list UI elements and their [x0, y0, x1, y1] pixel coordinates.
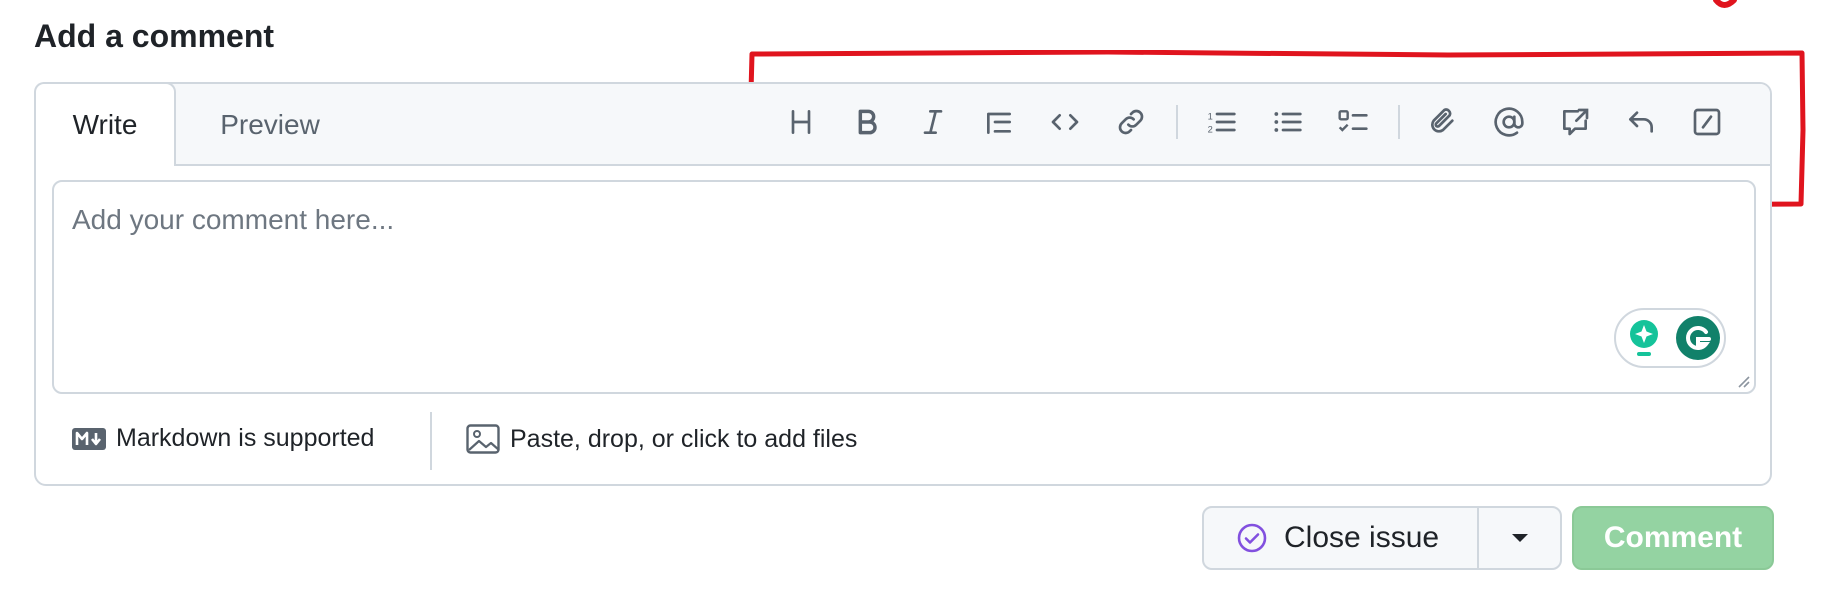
markdown-icon [72, 427, 106, 450]
tab-write[interactable]: Write [34, 82, 176, 166]
tab-preview[interactable]: Preview [210, 84, 330, 166]
toolbar-divider [1176, 105, 1178, 139]
close-issue-button[interactable]: Close issue [1204, 508, 1477, 568]
link-icon[interactable] [1108, 99, 1154, 145]
close-issue-label: Close issue [1284, 521, 1440, 554]
numbered-list-icon[interactable]: 12 [1198, 99, 1244, 145]
quote-icon[interactable] [976, 99, 1022, 145]
comment-button[interactable]: Comment [1572, 506, 1774, 570]
issue-closed-icon [1237, 523, 1267, 553]
reply-icon[interactable] [1618, 99, 1664, 145]
svg-text:1: 1 [1208, 111, 1213, 121]
code-icon[interactable] [1042, 99, 1088, 145]
markdown-hint[interactable]: Markdown is supported [72, 424, 374, 453]
comment-textarea[interactable]: Add your comment here... [52, 180, 1756, 394]
grammarly-icon[interactable] [1674, 314, 1722, 362]
bullet-list-icon[interactable] [1264, 99, 1310, 145]
add-files[interactable]: Paste, drop, or click to add files [466, 424, 857, 454]
formatting-toolbar: 12 [778, 99, 1730, 145]
image-icon [466, 424, 500, 454]
task-list-icon[interactable] [1330, 99, 1376, 145]
attach-icon[interactable] [1420, 99, 1466, 145]
mention-icon[interactable] [1486, 99, 1532, 145]
italic-icon[interactable] [910, 99, 956, 145]
resize-handle-icon[interactable] [1734, 372, 1750, 388]
annotation-arrow-tip [1713, 0, 1737, 8]
svg-text:2: 2 [1208, 125, 1213, 135]
slash-command-icon[interactable] [1684, 99, 1730, 145]
markdown-label: Markdown is supported [116, 424, 375, 452]
close-options-button[interactable] [1479, 508, 1560, 568]
reference-icon[interactable] [1552, 99, 1598, 145]
bold-icon[interactable] [844, 99, 890, 145]
footer-divider [430, 412, 432, 470]
add-files-label: Paste, drop, or click to add files [510, 424, 858, 453]
grammarly-widget[interactable] [1614, 308, 1726, 368]
caret-down-icon [1511, 534, 1528, 542]
close-issue-group: Close issue [1202, 506, 1562, 570]
page-title: Add a comment [34, 18, 275, 54]
heading-icon[interactable] [778, 99, 824, 145]
toolbar-divider [1398, 105, 1400, 139]
comment-placeholder: Add your comment here... [72, 204, 395, 235]
lightbulb-icon[interactable] [1624, 316, 1664, 360]
